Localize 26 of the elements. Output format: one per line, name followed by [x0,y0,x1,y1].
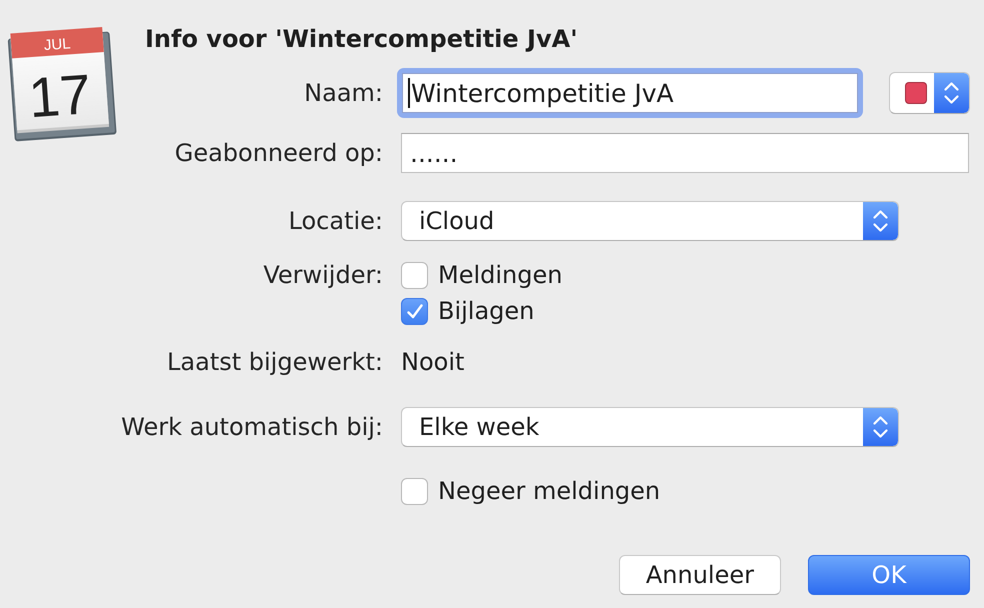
calendar-month: JUL [43,35,72,54]
last-updated-value: Nooit [401,348,464,376]
checkbox[interactable] [401,298,428,325]
up-down-arrows-icon [863,202,898,240]
checkbox-label[interactable]: Negeer meldingen [438,478,660,505]
dialog-title: Info voor 'Wintercompetitie JvA' [145,25,578,53]
popup-button[interactable]: iCloud [401,201,899,241]
checkbox-label[interactable]: Meldingen [438,262,562,289]
checkmark-icon [406,304,422,319]
checkbox[interactable] [401,478,428,505]
field-label: Laatst bijgewerkt: [167,348,383,376]
color-popup[interactable] [889,72,970,114]
checkbox[interactable] [401,262,428,289]
field-label: Werk automatisch bij: [121,413,383,441]
up-down-arrows-icon [934,73,969,113]
text-field[interactable]: Wintercompetitie JvA [397,68,863,118]
checkbox-label[interactable]: Bijlagen [438,298,534,325]
field-label: Verwijder: [263,262,383,289]
calendar-day: 17 [26,62,94,130]
cancel-button[interactable]: Annuleer [618,555,781,595]
up-down-arrows-icon [863,408,898,446]
text-field[interactable]: ...... [401,133,969,173]
field-label: Geabonneerd op: [174,139,383,167]
field-label: Locatie: [288,207,383,235]
field-label: Naam: [304,79,383,107]
popup-button[interactable]: Elke week [401,407,899,447]
